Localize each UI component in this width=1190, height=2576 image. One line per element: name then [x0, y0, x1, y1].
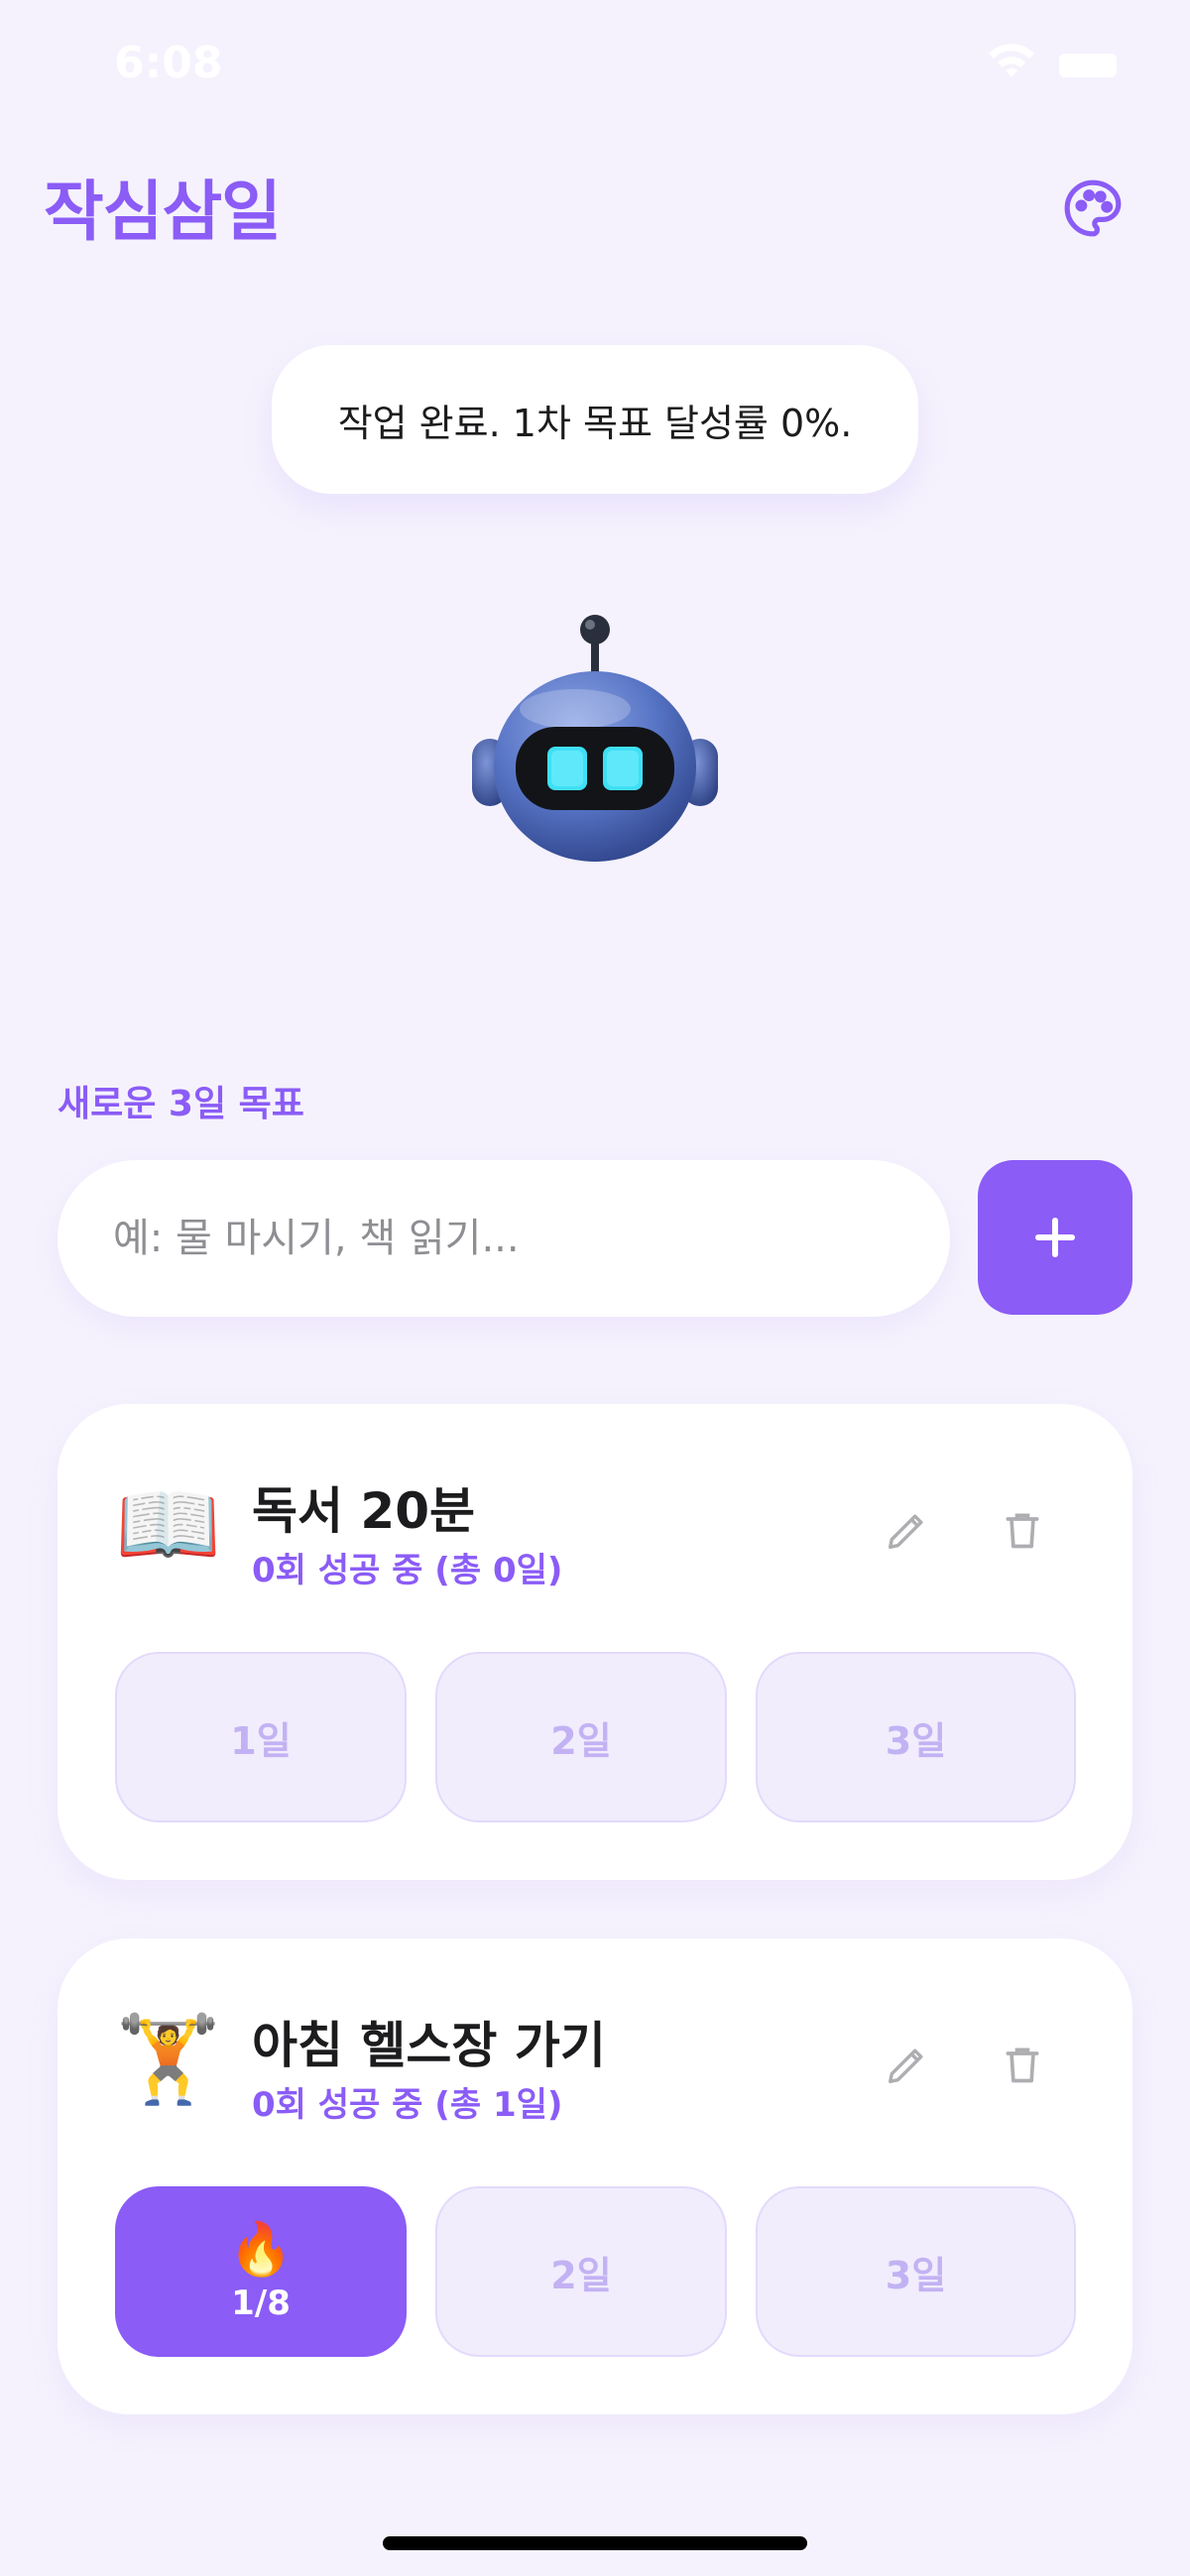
day-3-button[interactable]: 3일	[756, 1652, 1076, 1822]
goal-title: 아침 헬스장 가기	[252, 2017, 606, 2074]
speech-text: 작업 완료. 1차 목표 달성률 0%.	[337, 401, 853, 445]
weightlifter-icon: 🏋️	[115, 2010, 222, 2109]
day-1-button[interactable]: 1일	[115, 1652, 407, 1822]
status-bar: 6:08	[0, 0, 1190, 129]
day-label: 3일	[885, 2253, 947, 2297]
theme-palette-button[interactable]	[1059, 175, 1127, 242]
day-label: 2일	[550, 1718, 612, 1763]
trash-icon	[1006, 2048, 1039, 2083]
goal-card: 📖 독서 20분 0회 성공 중 (총 0일) 1일 2일 3일	[58, 1404, 1132, 1880]
app-title: 작심삼일	[44, 174, 282, 250]
wifi-icon	[989, 44, 1034, 77]
day-2-button[interactable]: 2일	[435, 2186, 727, 2357]
robot-mascot-icon	[472, 615, 718, 862]
fire-icon: 🔥	[228, 2220, 294, 2280]
home-indicator[interactable]	[383, 2536, 807, 2550]
edit-goal-button[interactable]	[873, 1495, 942, 1565]
day-label: 2일	[550, 2253, 612, 2297]
delete-goal-button[interactable]	[988, 2030, 1057, 2099]
goal-title: 독서 20분	[252, 1482, 475, 1540]
palette-icon	[1064, 179, 1122, 237]
day-3-button[interactable]: 3일	[756, 2186, 1076, 2357]
new-goal-input[interactable]	[58, 1160, 950, 1317]
pencil-icon	[889, 1514, 923, 1549]
goal-card: 🏋️ 아침 헬스장 가기 0회 성공 중 (총 1일) 🔥 1/8 2일 3일	[58, 1938, 1132, 2414]
trash-icon	[1006, 1513, 1039, 1549]
delete-goal-button[interactable]	[988, 1495, 1057, 1565]
new-goal-label: 새로운 3일 목표	[58, 1084, 304, 1124]
goal-streak: 0회 성공 중 (총 0일)	[252, 1551, 563, 1590]
add-goal-button[interactable]	[978, 1160, 1132, 1315]
book-icon: 📖	[115, 1475, 222, 1575]
plus-icon	[1035, 1218, 1075, 1257]
pencil-icon	[889, 2049, 923, 2083]
day-2-button[interactable]: 2일	[435, 1652, 727, 1822]
goal-streak: 0회 성공 중 (총 1일)	[252, 2085, 563, 2125]
battery-icon	[1059, 54, 1117, 77]
robot-speech-bubble: 작업 완료. 1차 목표 달성률 0%.	[272, 345, 918, 494]
day-label: 1일	[230, 1718, 292, 1763]
status-time: 6:08	[114, 38, 223, 88]
day-progress-label: 1/8	[231, 2283, 291, 2323]
day-1-button[interactable]: 🔥 1/8	[115, 2186, 407, 2357]
edit-goal-button[interactable]	[873, 2030, 942, 2099]
day-label: 3일	[885, 1718, 947, 1763]
